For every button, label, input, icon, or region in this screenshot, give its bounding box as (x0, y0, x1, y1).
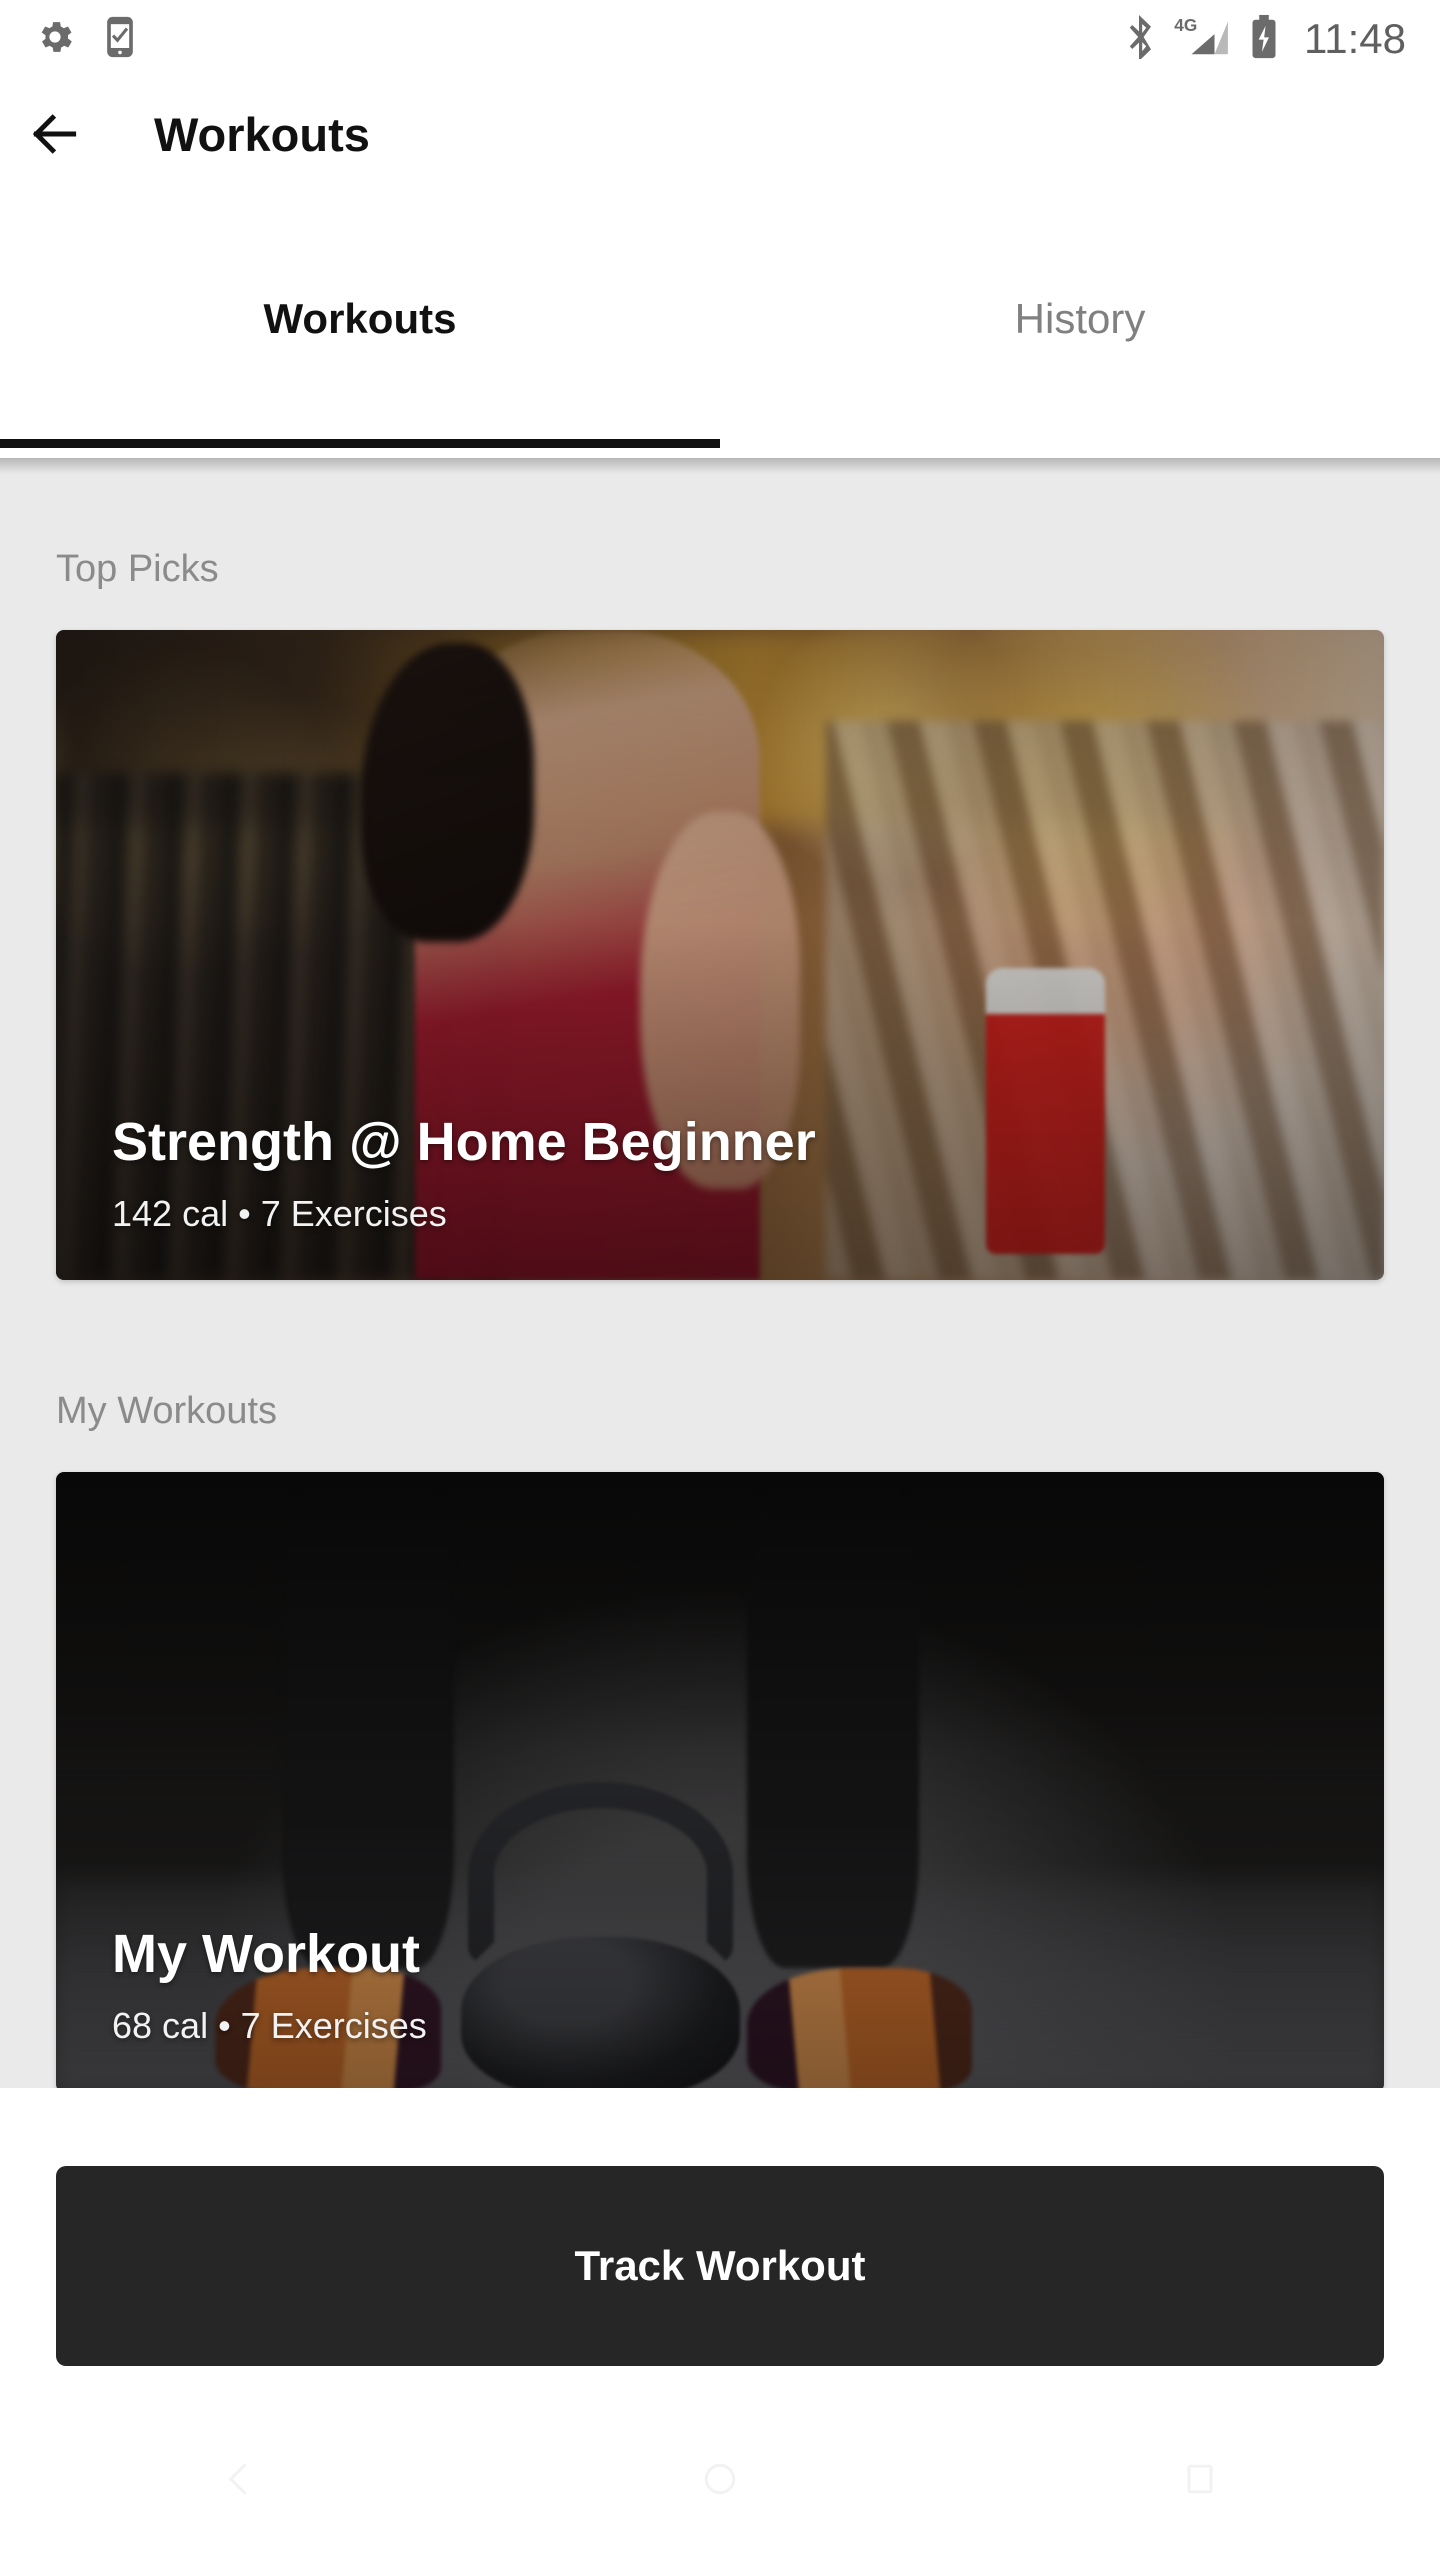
arrow-left-icon (32, 114, 77, 154)
status-bar-left (34, 15, 140, 64)
tab-history-label: History (1014, 295, 1146, 342)
section-title-my-workouts: My Workouts (56, 1390, 278, 1432)
bottom-action-panel: Track Workout (0, 2088, 1440, 2398)
workout-card-title: My Workout (112, 1923, 420, 1984)
bluetooth-icon (1126, 14, 1156, 64)
track-workout-button[interactable]: Track Workout (56, 2166, 1384, 2366)
status-bar: 4G 11:48 (0, 0, 1440, 78)
workout-card-my-workout[interactable]: My Workout 68 cal • 7 Exercises (56, 1472, 1384, 2088)
workout-card-subtitle: 142 cal • 7 Exercises (112, 1193, 447, 1235)
phone-check-icon (100, 15, 140, 64)
home-circle-icon (704, 2463, 736, 2495)
android-nav-bar (0, 2398, 1440, 2560)
status-bar-right: 4G 11:48 (1126, 14, 1406, 65)
app-bar: Workouts (0, 78, 1440, 190)
status-bar-clock: 11:48 (1304, 15, 1406, 62)
workout-card-top-pick[interactable]: Strength @ Home Beginner 142 cal • 7 Exe… (56, 630, 1384, 1280)
nav-recents-button[interactable] (960, 2398, 1440, 2560)
tab-bar: Workouts History (0, 190, 1440, 448)
back-button[interactable] (0, 78, 110, 190)
card-text-block: Strength @ Home Beginner 142 cal • 7 Exe… (112, 1112, 1344, 1234)
workout-card-subtitle: 68 cal • 7 Exercises (112, 2005, 427, 2047)
tab-active-indicator (0, 439, 720, 448)
page-title: Workouts (154, 107, 370, 161)
back-triangle-icon (228, 2463, 247, 2495)
settings-gear-icon (34, 16, 76, 63)
tab-workouts[interactable]: Workouts (0, 190, 720, 448)
workout-card-title: Strength @ Home Beginner (112, 1111, 816, 1172)
recents-square-icon (1187, 2464, 1213, 2494)
battery-charging-icon (1250, 14, 1278, 65)
phone-screen: 4G 11:48 Workouts Workouts History Top P… (0, 0, 1440, 2560)
card-text-block: My Workout 68 cal • 7 Exercises (112, 1924, 1344, 2046)
nav-back-button[interactable] (0, 2398, 480, 2560)
tab-workouts-label: Workouts (263, 295, 457, 342)
svg-text:4G: 4G (1174, 15, 1197, 35)
section-title-top-picks: Top Picks (56, 548, 219, 590)
workouts-scroll-area[interactable]: Top Picks Strength @ Home Beginner 142 c… (0, 458, 1440, 2088)
signal-4g-icon: 4G (1174, 14, 1232, 65)
tab-history[interactable]: History (720, 190, 1440, 448)
nav-home-button[interactable] (480, 2398, 960, 2560)
